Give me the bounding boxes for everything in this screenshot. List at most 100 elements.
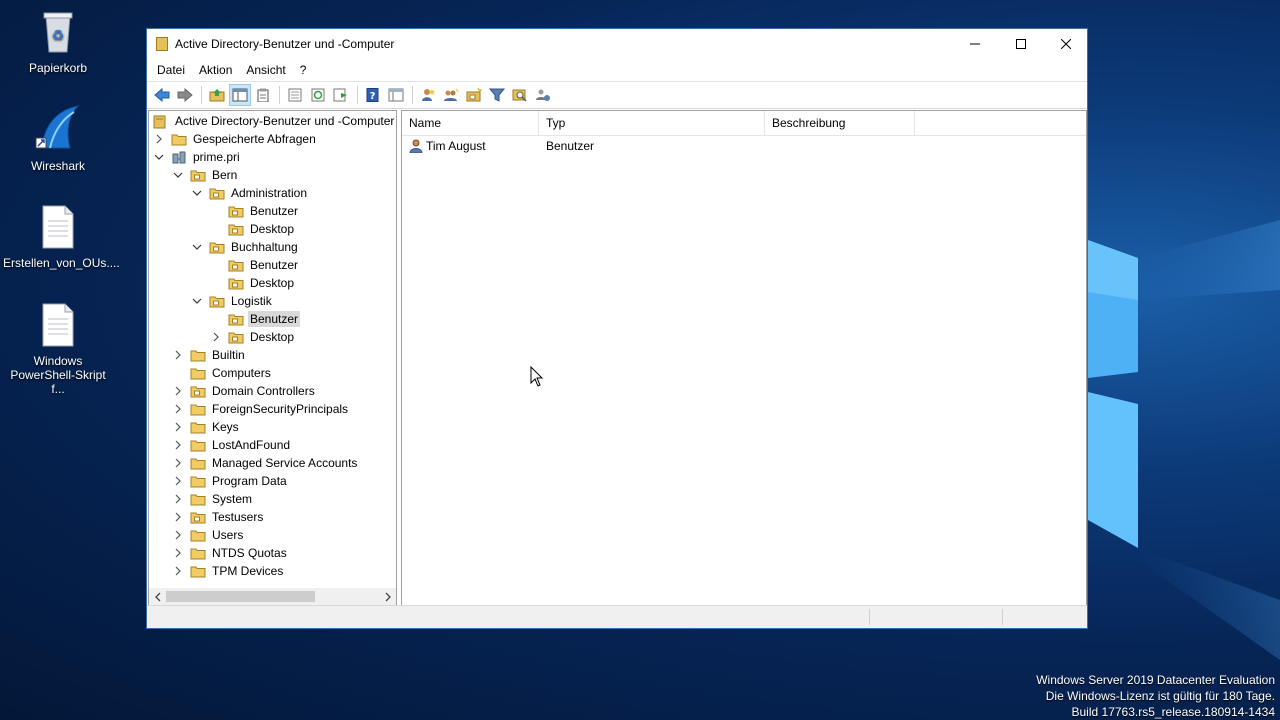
chevron-right-icon[interactable]: [172, 421, 184, 433]
tree-item[interactable]: Buchhaltung: [191, 238, 300, 256]
chevron-down-icon[interactable]: [191, 187, 203, 199]
tree-item[interactable]: LostAndFound: [172, 436, 292, 454]
tree-item[interactable]: Desktop: [210, 220, 296, 238]
chevron-right-icon[interactable]: [172, 511, 184, 523]
results-pane[interactable]: Name Typ Beschreibung Tim August Benutze…: [401, 110, 1087, 606]
folder-icon: [171, 133, 187, 146]
title-bar[interactable]: Active Directory-Benutzer und -Computer: [147, 29, 1087, 59]
tree-item[interactable]: Program Data: [172, 472, 289, 490]
tree-item-label: Builtin: [212, 348, 245, 362]
list-cell-name: Tim August: [402, 139, 539, 153]
clipboard-button[interactable]: [252, 84, 274, 106]
tree-item[interactable]: Benutzer: [210, 310, 301, 328]
tree-item[interactable]: Benutzer: [210, 256, 300, 274]
tree-item-label: Gespeicherte Abfragen: [193, 132, 316, 146]
scroll-right-icon[interactable]: [379, 588, 396, 605]
chevron-down-icon[interactable]: [153, 151, 165, 163]
tree-item-label: Domain Controllers: [212, 384, 315, 398]
tree-item[interactable]: System: [172, 490, 254, 508]
svg-text:?: ?: [370, 91, 376, 102]
chevron-right-icon[interactable]: [172, 565, 184, 577]
tree-root[interactable]: Active Directory-Benutzer und -Computer: [153, 112, 396, 130]
add-to-group-button[interactable]: [532, 84, 554, 106]
column-header-type[interactable]: Typ: [539, 111, 765, 135]
menu-aktion[interactable]: Aktion: [192, 63, 239, 77]
chevron-right-icon[interactable]: [172, 475, 184, 487]
maximize-button[interactable]: [998, 29, 1044, 59]
menu-help[interactable]: ?: [293, 63, 314, 77]
console-tree-button[interactable]: [385, 84, 407, 106]
desktop-icon-label-line2: PowerShell-Skript f...: [10, 368, 106, 396]
chevron-right-icon[interactable]: [153, 133, 165, 145]
desktop-icon-powershell-script[interactable]: Windows PowerShell-Skript f...: [3, 303, 113, 396]
desktop-icon-wireshark[interactable]: Wireshark: [3, 104, 113, 173]
up-folder-button[interactable]: [206, 84, 228, 106]
scroll-left-icon[interactable]: [149, 588, 166, 605]
recycle-bin-icon: ♻: [3, 10, 113, 57]
properties-button[interactable]: [284, 84, 306, 106]
filter-button[interactable]: [486, 84, 508, 106]
desktop-icon-recycle-bin[interactable]: ♻ Papierkorb: [3, 10, 113, 75]
chevron-right-icon[interactable]: [172, 493, 184, 505]
new-user-button[interactable]: [417, 84, 439, 106]
chevron-right-icon[interactable]: [172, 349, 184, 361]
new-ou-button[interactable]: [463, 84, 485, 106]
chevron-right-icon[interactable]: [172, 403, 184, 415]
refresh-button[interactable]: [307, 84, 329, 106]
tree-item[interactable]: Managed Service Accounts: [172, 454, 359, 472]
tree-item[interactable]: Keys: [172, 418, 241, 436]
tree-item[interactable]: Domain Controllers: [172, 382, 317, 400]
tree-item[interactable]: Testusers: [172, 508, 265, 526]
export-list-button[interactable]: [330, 84, 352, 106]
tree-item[interactable]: prime.pri: [153, 148, 242, 166]
tree-item-label: NTDS Quotas: [212, 546, 287, 560]
chevron-right-icon[interactable]: [210, 331, 222, 343]
tree-item[interactable]: Administration: [191, 184, 309, 202]
tree-item[interactable]: TPM Devices: [172, 562, 285, 580]
tree-item[interactable]: Builtin: [172, 346, 247, 364]
scrollbar-thumb[interactable]: [166, 591, 315, 602]
tree-item[interactable]: Desktop: [210, 274, 296, 292]
column-header-description[interactable]: Beschreibung: [765, 111, 915, 135]
chevron-down-icon[interactable]: [191, 241, 203, 253]
back-button[interactable]: [151, 84, 173, 106]
show-hide-tree-button[interactable]: [229, 84, 251, 106]
chevron-right-icon[interactable]: [172, 547, 184, 559]
list-item[interactable]: Tim August Benutzer: [402, 136, 1086, 156]
close-button[interactable]: [1043, 29, 1089, 59]
tree-item[interactable]: Gespeicherte Abfragen: [153, 130, 318, 148]
chevron-right-icon[interactable]: [172, 385, 184, 397]
tree-item[interactable]: Bern: [172, 166, 239, 184]
tree-item[interactable]: Benutzer: [210, 202, 300, 220]
chevron-right-icon[interactable]: [172, 529, 184, 541]
column-header-name[interactable]: Name: [402, 111, 539, 135]
close-icon: [1061, 39, 1071, 49]
menu-datei[interactable]: Datei: [150, 63, 192, 77]
chevron-right-icon[interactable]: [172, 439, 184, 451]
tree-item[interactable]: ForeignSecurityPrincipals: [172, 400, 350, 418]
console-tree[interactable]: Active Directory-Benutzer und -Computer …: [148, 110, 397, 606]
find-button[interactable]: [509, 84, 531, 106]
menu-ansicht[interactable]: Ansicht: [239, 63, 292, 77]
desktop-icon-document[interactable]: Erstellen_von_OUs....: [3, 205, 120, 270]
tree-item-label: ForeignSecurityPrincipals: [212, 402, 349, 416]
chevron-down-icon[interactable]: [172, 169, 184, 181]
ou-icon: [228, 313, 244, 326]
wireshark-icon: [3, 104, 113, 155]
forward-button[interactable]: [174, 84, 196, 106]
chevron-right-icon[interactable]: [172, 457, 184, 469]
tree-item[interactable]: NTDS Quotas: [172, 544, 289, 562]
new-group-button[interactable]: [440, 84, 462, 106]
tree-item[interactable]: Desktop: [210, 328, 296, 346]
tree-horizontal-scrollbar[interactable]: [149, 588, 396, 605]
tree-item[interactable]: Logistik: [191, 292, 274, 310]
help-button[interactable]: ?: [362, 84, 384, 106]
chevron-down-icon[interactable]: [191, 295, 203, 307]
tree-item[interactable]: Computers: [172, 364, 273, 382]
tree-item[interactable]: Users: [172, 526, 245, 544]
find-icon: [512, 89, 527, 102]
minimize-button[interactable]: [952, 29, 998, 59]
status-separator: [1002, 609, 1003, 625]
